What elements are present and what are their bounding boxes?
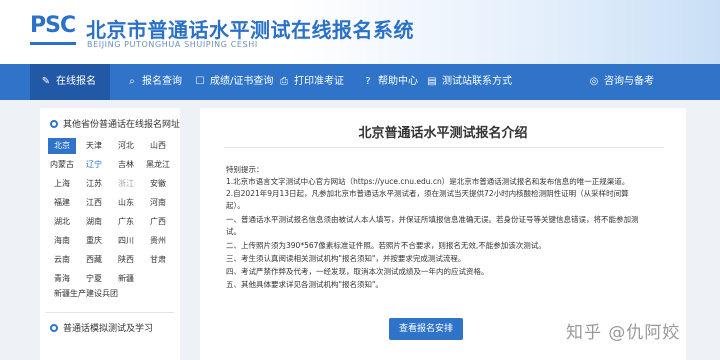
view-registration-schedule-button[interactable]: 查看报名安排: [389, 318, 463, 340]
zhihu-watermark: 知乎 @仇阿姣: [566, 323, 681, 343]
circle-bullet-icon: [50, 323, 58, 332]
section-title: 普通话模拟测试及学习: [63, 324, 154, 334]
nav-item-register-query[interactable]: ⌕ 报名查询: [126, 64, 182, 100]
section-title: 其他省份普通话在线报名网址: [63, 120, 181, 130]
province-link[interactable]: 内蒙古: [48, 157, 76, 173]
nav-item-score-query[interactable]: ☐ 成绩/证书查询: [194, 64, 274, 100]
province-link[interactable]: 甘肃: [144, 252, 172, 268]
nav-item-consult[interactable]: ◎ 咨询与备考: [588, 64, 654, 100]
logo-underline: [30, 42, 76, 45]
site-title: 北京市普通话水平测试在线报名系统: [86, 18, 414, 42]
circle-bullet-icon: [50, 119, 58, 128]
logo-text: PSC: [30, 13, 76, 38]
nav-label: 报名查询: [142, 76, 182, 87]
province-link[interactable]: 西藏: [80, 252, 108, 268]
main-nav: ✎ 在线报名 ⌕ 报名查询 ☐ 成绩/证书查询 ⎙ 打印准考证 ? 帮助中心 ▤ 测试站联系…: [0, 64, 720, 100]
province-link[interactable]: 海南: [48, 233, 76, 249]
province-link[interactable]: 安徽: [144, 176, 172, 192]
province-link[interactable]: 北京: [48, 138, 76, 154]
notice-line: 试。: [226, 227, 241, 236]
province-link[interactable]: 广西: [144, 214, 172, 230]
notice-line: 特别提示：: [226, 165, 264, 174]
sidebar-section-mock-test[interactable]: 普通话模拟测试及学习: [50, 321, 153, 334]
province-link[interactable]: 黑龙江: [144, 157, 172, 173]
site-header: PSC 北京市普通话水平测试在线报名系统 BEIJING PUTONGHUA S…: [0, 0, 720, 64]
nav-item-contact[interactable]: ▤ 测试站联系方式: [426, 64, 512, 100]
province-link[interactable]: 广东: [112, 214, 140, 230]
province-link[interactable]: 河北: [112, 138, 140, 154]
page-title: 北京普通话水平测试报名介绍: [358, 126, 528, 141]
province-link[interactable]: 福建: [48, 195, 76, 211]
site-subtitle: BEIJING PUTONGHUA SHUIPING CESHI: [87, 40, 258, 49]
province-link[interactable]: 青海: [48, 271, 76, 287]
province-link[interactable]: 新疆: [112, 271, 140, 287]
certificate-icon: ☐: [195, 76, 205, 87]
nav-label: 在线报名: [56, 76, 96, 87]
nav-label: 帮助中心: [378, 76, 418, 87]
notice-line: 三、考生须认真阅读相关测试机构"报名须知"，并按要求完成测试流程。: [226, 254, 466, 263]
province-link[interactable]: 江苏: [80, 176, 108, 192]
province-link[interactable]: 天津: [80, 138, 108, 154]
province-link[interactable]: 宁夏: [80, 271, 108, 287]
nav-label: 打印准考证: [294, 76, 344, 87]
nav-item-help-center[interactable]: ? 帮助中心: [362, 64, 418, 100]
sidebar-divider: [46, 312, 174, 313]
notice-line: 1.北京市语言文字测试中心官方网站（https://yuce.cnu.edu.c…: [226, 177, 630, 186]
notice-line: 2.自2021年9月13日起，凡参加北京市普通话水平测试者，须在测试当天提供72…: [226, 189, 629, 198]
notice-line: 一、普通话水平测试报名信息须由被试人本人填写，并保证所填报信息准确无误。若身份证…: [226, 215, 639, 224]
title-divider: [224, 147, 664, 148]
province-link[interactable]: 四川: [112, 233, 140, 249]
province-link[interactable]: 云南: [48, 252, 76, 268]
nav-item-online-register[interactable]: ✎ 在线报名: [40, 64, 96, 100]
province-link[interactable]: 辽宁: [80, 157, 108, 173]
province-link[interactable]: 山东: [112, 195, 140, 211]
help-icon: ?: [365, 76, 371, 87]
province-link[interactable]: 山西: [144, 138, 172, 154]
province-link[interactable]: 湖南: [80, 214, 108, 230]
notice-line: 四、考试严禁作弊及代考，一经发现，取消本次测试成绩及一年内的应试资格。: [226, 267, 489, 276]
province-link[interactable]: 贵州: [144, 233, 172, 249]
edit-icon: ✎: [41, 76, 51, 87]
notice-line: 起）。: [226, 201, 245, 210]
search-icon: ⌕: [129, 76, 135, 87]
contact-icon: ▤: [427, 76, 437, 87]
province-link[interactable]: 上海: [48, 176, 76, 192]
province-link-bingtuan[interactable]: 新疆生产建设兵团: [54, 288, 118, 299]
province-link[interactable]: 陕西: [112, 252, 140, 268]
notice-line: 五、其他具体要求详见各测试机构"报名须知"。: [226, 280, 383, 289]
province-link[interactable]: 吉林: [112, 157, 140, 173]
nav-label: 测试站联系方式: [442, 76, 512, 87]
nav-item-print-ticket[interactable]: ⎙ 打印准考证: [278, 64, 344, 100]
province-link[interactable]: 江西: [80, 195, 108, 211]
globe-icon: ◎: [589, 76, 599, 87]
notice-line: 二、上传照片须为390*567像素标准证件照。若照片不合要求，则报名无效,不能参…: [226, 241, 546, 250]
province-link[interactable]: 河南: [144, 195, 172, 211]
province-link[interactable]: 湖北: [48, 214, 76, 230]
province-link[interactable]: 浙江: [112, 176, 140, 192]
sidebar-section-provinces: 其他省份普通话在线报名网址: [50, 117, 180, 130]
province-link[interactable]: 重庆: [80, 233, 108, 249]
nav-label: 咨询与备考: [604, 76, 654, 87]
print-icon: ⎙: [280, 76, 288, 87]
nav-label: 成绩/证书查询: [210, 76, 274, 87]
